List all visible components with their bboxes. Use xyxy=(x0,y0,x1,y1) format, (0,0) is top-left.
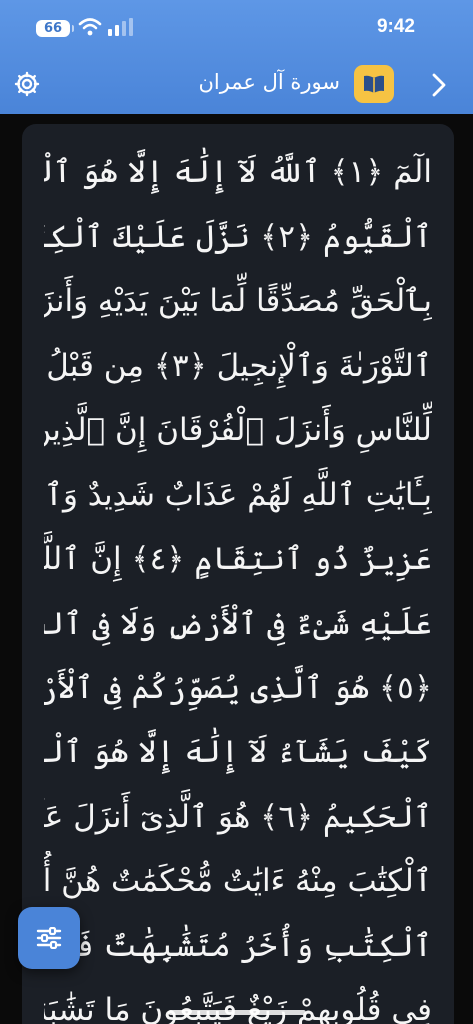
verse-line: ٱلْحَكِيمُ ﴿٦﴾ هُوَ ٱلَّذِىٓ أَنزَلَ عَل… xyxy=(44,799,432,835)
surah-title: سورة آل عمران xyxy=(198,70,340,94)
sliders-icon xyxy=(36,927,62,949)
verse-line: كَيْفَ يَشَآءُ لَآ إِلَٰهَ إِلَّا هُوَ ٱ… xyxy=(44,734,432,770)
verse-line: ٱلتَّوْرَىٰةَ وَٱلْإِنجِيلَ ﴿٣﴾ مِن قَبْ… xyxy=(44,348,432,384)
open-book-icon xyxy=(364,75,384,93)
verse-line: لِّلنَّاسِ وَأَنزَلَ ٱلْفُرْقَانَ إِنَّ … xyxy=(44,412,432,448)
verse-line: بِـَٔايَٰتِ ٱللَّهِ لَهُمْ عَذَابٌ شَدِي… xyxy=(44,477,432,513)
verse-line: بِٱلْحَقِّ مُصَدِّقًا لِّمَا بَيْنَ يَدَ… xyxy=(44,283,432,319)
status-bar: 66 9:42 xyxy=(0,0,473,58)
verse-line: ٱلْقَيُّومُ ﴿٢﴾ نَزَّلَ عَلَيْكَ ٱلْكِتَ… xyxy=(44,219,432,255)
app-header: 66 9:42 سورة آل عمران xyxy=(0,0,473,114)
verse-line: ٱلْكِتَٰبَ مِنْهُ ءَايَٰتٌ مُّحْكَمَٰتٌ … xyxy=(44,863,432,899)
verse-line: عَزِيزٌ ذُو ٱنتِقَامٍ ﴿٤﴾ إِنَّ ٱللَّهَ … xyxy=(44,541,432,577)
chevron-right-icon[interactable] xyxy=(428,72,450,98)
book-button[interactable] xyxy=(354,65,394,103)
status-time: 9:42 xyxy=(376,16,415,37)
battery-indicator: 66 xyxy=(36,20,74,37)
verse-line: الٓمٓ ﴿١﴾ ٱللَّهُ لَآ إِلَٰهَ إِلَّا هُو… xyxy=(44,154,432,190)
home-indicator[interactable] xyxy=(168,1010,306,1015)
nav-bar: سورة آل عمران xyxy=(0,58,473,114)
verse-line: ٱلْكِتَٰبِ وَأُخَرُ مُتَشَٰبِهَٰتٌ فَأَم… xyxy=(44,928,432,964)
display-settings-button[interactable] xyxy=(18,907,80,969)
verse-line: عَلَيْهِ شَىْءٌ فِى ٱلْأَرْضِ وَلَا فِى … xyxy=(44,606,432,642)
verses-card: الٓمٓ ﴿١﴾ ٱللَّهُ لَآ إِلَٰهَ إِلَّا هُو… xyxy=(22,124,454,1024)
cellular-signal-icon xyxy=(108,18,133,36)
gear-icon[interactable] xyxy=(13,70,41,98)
verse-line: فِى قُلُوبِهِمْ زَيْغٌ فَيَتَّبِعُونَ مَ… xyxy=(44,992,432,1024)
verse-line: ﴿٥﴾ هُوَ ٱلَّذِى يُصَوِّرُكُمْ فِى ٱلْأَ… xyxy=(44,670,432,706)
wifi-icon xyxy=(78,18,102,36)
